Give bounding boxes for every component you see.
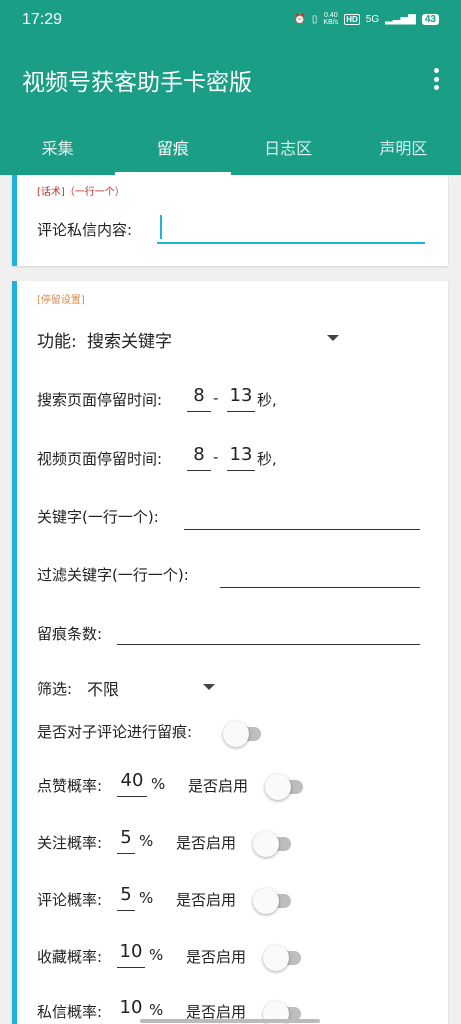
comment-rate-label: 评论概率: (37, 891, 103, 909)
count-input[interactable] (117, 644, 420, 645)
network-label: 5G (365, 13, 380, 25)
comment-label: 评论私信内容: (37, 221, 133, 239)
follow-enable-toggle[interactable] (253, 831, 293, 857)
status-bar: 17:29 ⏰ ▯ 0.40 KB/s HD 5G ▂▃▅▇ 43 (0, 0, 461, 44)
follow-rate-label: 关注概率: (37, 834, 103, 852)
comment-rate-percent: % (139, 889, 154, 907)
tab-log[interactable]: 日志区 (231, 120, 346, 175)
sub-comment-toggle[interactable] (223, 721, 263, 747)
like-rate-underline (117, 796, 147, 797)
search-stay-unit: 秒, (257, 391, 277, 409)
battery-icon: 43 (421, 13, 439, 25)
favorite-rate-input[interactable]: 10 (117, 941, 145, 962)
search-stay-max-underline (227, 411, 255, 412)
function-label: 功能: (37, 332, 77, 352)
video-stay-max-underline (227, 470, 255, 471)
video-stay-min-input[interactable]: 8 (187, 444, 211, 465)
search-stay-min-input[interactable]: 8 (187, 385, 211, 406)
alarm-icon: ⏰ (293, 13, 306, 25)
follow-rate-input[interactable]: 5 (117, 827, 135, 848)
screen-dropdown-icon[interactable] (203, 684, 215, 690)
keyword-label: 关键字(一行一个): (37, 508, 159, 526)
script-card: [话术]（一行一个） 评论私信内容: (12, 175, 448, 266)
video-stay-label: 视频页面停留时间: (37, 450, 163, 468)
tab-bar: 采集 留痕 日志区 声明区 (0, 120, 461, 175)
favorite-enable-toggle[interactable] (263, 945, 303, 971)
follow-rate-percent: % (139, 832, 154, 850)
like-rate-label: 点赞概率: (37, 777, 103, 795)
filter-keyword-input[interactable] (220, 587, 420, 588)
comment-enable-label: 是否启用 (176, 891, 237, 909)
more-menu-icon[interactable] (433, 68, 439, 90)
favorite-enable-label: 是否启用 (186, 948, 247, 966)
search-stay-label: 搜索页面停留时间: (37, 391, 163, 409)
like-enable-label: 是否启用 (188, 777, 249, 795)
comment-rate-input[interactable]: 5 (117, 884, 135, 905)
net-speed: 0.40 KB/s (323, 12, 339, 26)
message-rate-label: 私信概率: (37, 1003, 103, 1021)
screen-label: 筛选: (37, 680, 73, 698)
comment-rate-underline (117, 910, 135, 911)
sub-comment-label: 是否对子评论进行留痕: (37, 723, 193, 741)
favorite-rate-label: 收藏概率: (37, 948, 103, 966)
status-icons: ⏰ ▯ 0.40 KB/s HD 5G ▂▃▅▇ 43 (293, 12, 439, 26)
vibrate-icon: ▯ (311, 13, 318, 25)
search-stay-dash: - (213, 389, 219, 407)
script-section-tag: [话术]（一行一个） (37, 187, 125, 198)
favorite-rate-percent: % (149, 946, 164, 964)
video-stay-dash: - (213, 448, 219, 466)
screen-select[interactable]: 不限 (87, 676, 119, 700)
function-dropdown-icon[interactable] (327, 335, 339, 341)
like-enable-toggle[interactable] (265, 774, 305, 800)
stay-section-tag: [停留设置] (37, 295, 85, 306)
tab-statement[interactable]: 声明区 (346, 120, 461, 175)
message-rate-input[interactable]: 10 (117, 997, 145, 1018)
hd-icon: HD (344, 13, 360, 25)
search-stay-min-underline (187, 411, 211, 412)
search-stay-max-input[interactable]: 13 (227, 385, 255, 406)
message-rate-percent: % (149, 1001, 164, 1019)
function-select[interactable]: 搜索关键字 (87, 327, 172, 352)
app-bar: 17:29 ⏰ ▯ 0.40 KB/s HD 5G ▂▃▅▇ 43 视频号获客助手… (0, 0, 461, 175)
comment-enable-toggle[interactable] (253, 888, 293, 914)
count-label: 留痕条数: (37, 625, 103, 643)
app-title: 视频号获客助手卡密版 (22, 70, 252, 96)
like-rate-percent: % (151, 775, 166, 793)
video-stay-min-underline (187, 470, 211, 471)
follow-enable-label: 是否启用 (176, 834, 237, 852)
follow-rate-underline (117, 853, 135, 854)
status-time: 17:29 (22, 11, 63, 28)
keyword-input[interactable] (184, 529, 420, 530)
like-rate-input[interactable]: 40 (117, 770, 147, 791)
home-indicator[interactable] (140, 1019, 320, 1023)
video-stay-max-input[interactable]: 13 (227, 444, 255, 465)
comment-input[interactable] (157, 242, 425, 244)
signal-icon: ▂▃▅▇ (385, 13, 416, 25)
tab-trace[interactable]: 留痕 (115, 120, 231, 175)
filter-keyword-label: 过滤关键字(一行一个): (37, 566, 189, 584)
comment-cursor (160, 215, 162, 239)
favorite-rate-underline (117, 967, 145, 968)
stay-settings-card: [停留设置] 功能: 搜索关键字 搜索页面停留时间: 8 - 13 秒, 视频页… (12, 281, 448, 1024)
video-stay-unit: 秒, (257, 450, 277, 468)
tab-collect[interactable]: 采集 (0, 120, 115, 175)
